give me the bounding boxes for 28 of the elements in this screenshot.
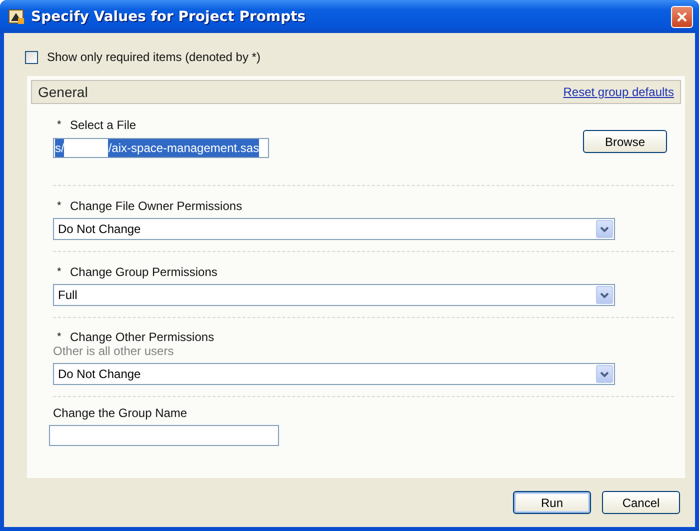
window-title: Specify Values for Project Prompts [31,8,306,24]
required-marker: * [56,118,62,132]
file-path-field[interactable]: s/ /aix-space-management.sas [53,138,269,158]
chevron-down-icon[interactable] [596,365,613,383]
required-marker: * [56,265,62,279]
field-label: Select a File [70,118,136,132]
run-button[interactable]: Run [513,491,591,514]
field-description: Other is all other users [53,344,175,358]
cancel-button[interactable]: Cancel [602,491,680,514]
field-label: Change Group Permissions [70,265,218,279]
field-label: Change File Owner Permissions [70,199,242,213]
field-label: Change Other Permissions [70,330,214,344]
reset-link[interactable]: Reset group defaults [563,85,674,99]
required-marker: * [56,199,62,213]
chevron-down-icon[interactable] [596,220,613,238]
browse-button[interactable]: Browse [583,130,667,153]
dropdown[interactable]: Full [53,284,615,306]
text-field[interactable] [49,425,279,446]
chevron-down-icon[interactable] [596,286,613,304]
app-icon [8,8,26,26]
dropdown[interactable]: Do Not Change [53,363,615,385]
field-label: Change the Group Name [53,406,188,420]
checkbox[interactable] [25,50,38,64]
checkbox-label: Show only required items (denoted by *) [47,50,260,64]
dropdown[interactable]: Do Not Change [53,218,615,240]
required-marker: * [56,330,62,344]
close-icon[interactable] [671,6,693,28]
group-title: General [38,84,88,100]
